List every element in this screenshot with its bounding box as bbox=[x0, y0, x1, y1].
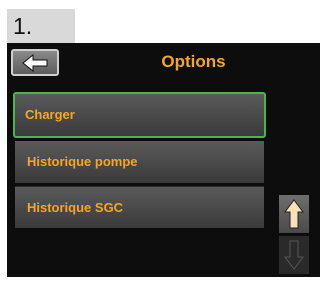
back-arrow-icon bbox=[22, 53, 48, 72]
arrow-up-icon bbox=[284, 199, 304, 229]
back-button[interactable] bbox=[11, 49, 59, 76]
menu-item-charger[interactable]: Charger bbox=[13, 92, 266, 138]
scroll-down-button[interactable] bbox=[279, 236, 309, 274]
step-number-label: 1. bbox=[7, 9, 75, 43]
device-screen: Options Charger Historique pompe Histori… bbox=[7, 43, 320, 277]
page-title: Options bbox=[161, 52, 226, 71]
menu-item-historique-pompe[interactable]: Historique pompe bbox=[15, 141, 264, 183]
arrow-down-icon bbox=[284, 240, 304, 270]
menu-item-historique-sgc[interactable]: Historique SGC bbox=[15, 186, 264, 228]
scroll-up-button[interactable] bbox=[279, 195, 309, 233]
